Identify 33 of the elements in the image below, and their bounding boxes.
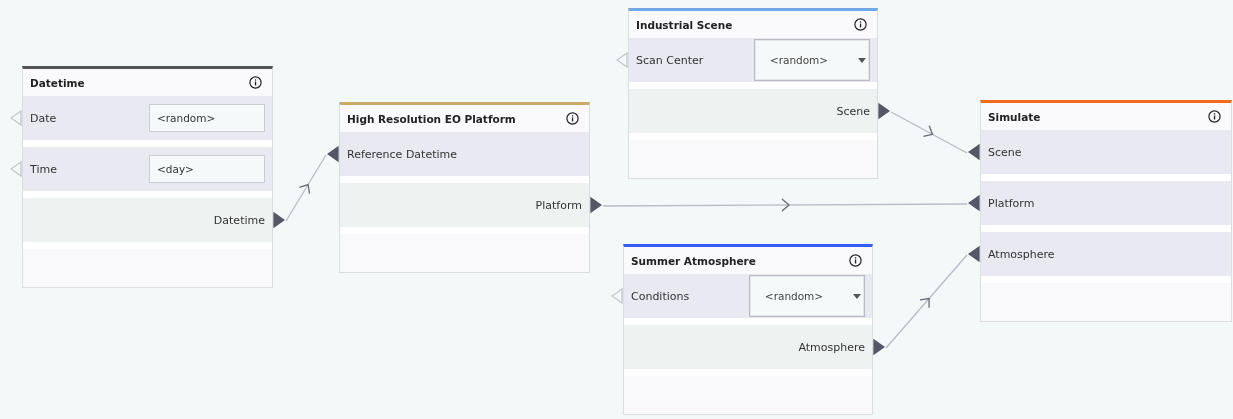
input-label: Scan Center xyxy=(636,53,704,67)
caret-icon xyxy=(858,57,867,63)
text-field[interactable]: <random> xyxy=(149,104,265,132)
input-label: Platform xyxy=(988,196,1035,210)
input-port-icon[interactable] xyxy=(10,109,22,127)
text-field[interactable]: <day> xyxy=(149,155,265,183)
info-icon[interactable] xyxy=(849,254,862,267)
input-port-icon[interactable] xyxy=(611,287,623,305)
output-label: Scene xyxy=(836,104,870,118)
output-label: Atmosphere xyxy=(798,340,865,354)
info-icon[interactable] xyxy=(249,76,262,89)
input-port-icon[interactable] xyxy=(10,160,22,178)
output-label: Datetime xyxy=(213,213,265,227)
dropdown[interactable]: <random> xyxy=(754,39,870,81)
dropdown[interactable]: <random> xyxy=(749,275,865,317)
input-label: Conditions xyxy=(631,289,690,303)
node-title: Summer Atmosphere xyxy=(631,254,756,267)
caret-icon xyxy=(853,293,862,299)
input-label: Scene xyxy=(988,145,1022,159)
info-icon[interactable] xyxy=(854,18,867,31)
node-title: High Resolution EO Platform xyxy=(347,112,516,125)
input-label: Reference Datetime xyxy=(347,147,458,161)
node-title: Simulate xyxy=(988,110,1041,123)
output-label: Platform xyxy=(535,198,582,212)
input-label: Date xyxy=(30,111,57,125)
node-title: Datetime xyxy=(30,76,85,89)
info-icon[interactable] xyxy=(566,112,579,125)
connector xyxy=(285,154,327,222)
info-icon[interactable] xyxy=(1208,110,1221,123)
node-title: Industrial Scene xyxy=(636,18,733,31)
input-label: Time xyxy=(30,162,57,176)
input-label: Atmosphere xyxy=(988,247,1055,261)
input-port-icon[interactable] xyxy=(616,51,628,69)
